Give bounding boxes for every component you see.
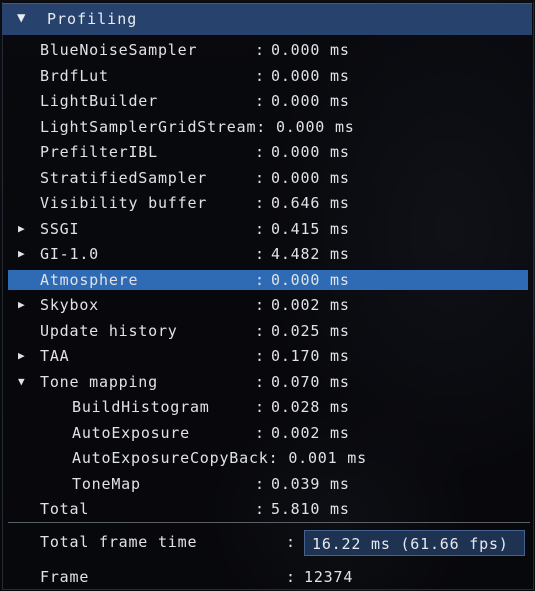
row-colon: : [255, 271, 265, 289]
profile-row-autoexposurecopyback[interactable]: AutoExposureCopyBack: 0.001 ms [0, 448, 535, 473]
expand-arrow-icon[interactable]: ▶ [18, 295, 25, 315]
profile-row-bluenoisesampler[interactable]: BlueNoiseSampler : 0.000 ms [0, 40, 535, 65]
row-name: Skybox [40, 296, 99, 314]
profile-row-taa[interactable]: ▶ TAA : 0.170 ms [0, 346, 535, 371]
expand-arrow-icon[interactable]: ▶ [18, 219, 25, 239]
row-colon: : [255, 41, 265, 59]
row-value: 0.002 ms [271, 424, 350, 442]
row-colon: : [255, 245, 265, 263]
row-name: Atmosphere [40, 271, 139, 289]
row-value: 0.000 ms [275, 118, 355, 136]
row-colon: : [255, 424, 265, 442]
row-name: BrdfLut [40, 67, 109, 85]
separator [8, 522, 530, 523]
collapse-arrow-icon[interactable]: ▼ [17, 10, 25, 26]
profile-row-lightsamplergridstream[interactable]: LightSamplerGridStream: 0.000 ms [0, 117, 535, 142]
row-name: Tone mapping [40, 373, 158, 391]
profile-row-total: Total : 5.810 ms [0, 499, 535, 524]
row-value: 0.028 ms [271, 398, 350, 416]
row-name: LightBuilder [40, 92, 158, 110]
row-name: StratifiedSampler [40, 169, 208, 187]
row-name-text: LightSamplerGridStream [40, 118, 257, 136]
profile-row-autoexposure[interactable]: AutoExposure : 0.002 ms [0, 423, 535, 448]
row-value: 0.000 ms [271, 92, 350, 110]
profile-row-tone-mapping[interactable]: ▼ Tone mapping : 0.070 ms [0, 372, 535, 397]
row-value: 5.810 ms [271, 500, 350, 518]
collapse-arrow-icon[interactable]: ▼ [18, 372, 25, 392]
frame-value: 12374 [304, 568, 354, 586]
profile-row-buildhistogram[interactable]: BuildHistogram : 0.028 ms [0, 397, 535, 422]
row-name: GI-1.0 [40, 245, 99, 263]
row-name: Total [40, 500, 90, 518]
row-colon: : [255, 296, 265, 314]
row-value: 0.070 ms [271, 373, 350, 391]
row-colon: : [255, 220, 265, 238]
row-colon: : [255, 322, 265, 340]
frame-time-label: Total frame time [40, 533, 198, 551]
row-name: TAA [40, 347, 70, 365]
row-colon: : [255, 398, 265, 416]
row-value: 0.000 ms [271, 169, 350, 187]
row-value: 0.415 ms [271, 220, 350, 238]
frame-label: Frame [40, 568, 90, 586]
profile-row-prefilteribl[interactable]: PrefilterIBL : 0.000 ms [0, 142, 535, 167]
row-value: 4.482 ms [271, 245, 350, 263]
row-name: LightSamplerGridStream: 0.000 ms [40, 117, 355, 137]
frame-time-colon: : [286, 533, 296, 551]
row-name-text: AutoExposureCopyBack [72, 449, 269, 467]
profile-row-atmosphere[interactable]: Atmosphere : 0.000 ms [0, 270, 535, 295]
profile-row-stratifiedsampler[interactable]: StratifiedSampler : 0.000 ms [0, 168, 535, 193]
expand-arrow-icon[interactable]: ▶ [18, 346, 25, 366]
row-colon: : [255, 92, 265, 110]
window-title: Profiling [47, 10, 138, 28]
profile-row-lightbuilder[interactable]: LightBuilder : 0.000 ms [0, 91, 535, 116]
row-name: SSGI [40, 220, 80, 238]
row-value: 0.039 ms [271, 475, 350, 493]
frame-time-field[interactable]: 16.22 ms (61.66 fps) [304, 530, 525, 556]
profile-row-gi[interactable]: ▶ GI-1.0 : 4.482 ms [0, 244, 535, 269]
row-value: 0.000 ms [271, 143, 350, 161]
row-colon: : [255, 500, 265, 518]
profile-row-brdflut[interactable]: BrdfLut : 0.000 ms [0, 66, 535, 91]
row-name: BlueNoiseSampler [40, 41, 198, 59]
row-colon: : [255, 194, 265, 212]
row-value: 0.170 ms [271, 347, 350, 365]
row-name: BuildHistogram [72, 398, 210, 416]
row-name: PrefilterIBL [40, 143, 158, 161]
row-colon: : [255, 67, 265, 85]
row-value: 0.000 ms [271, 67, 350, 85]
row-value: 0.646 ms [271, 194, 350, 212]
row-colon: : [255, 347, 265, 365]
row-colon: : [255, 143, 265, 161]
row-name: ToneMap [72, 475, 141, 493]
row-colon: : [255, 373, 265, 391]
row-value: 0.001 ms [288, 449, 367, 467]
row-colon: : [255, 169, 265, 187]
row-name: Visibility buffer [40, 194, 208, 212]
expand-arrow-icon[interactable]: ▶ [18, 244, 25, 264]
row-colon: : [268, 449, 279, 467]
row-value: 0.025 ms [271, 322, 350, 340]
row-name: Update history [40, 322, 178, 340]
row-value: 0.002 ms [271, 296, 350, 314]
row-value: 0.000 ms [271, 41, 350, 59]
profile-row-visibility-buffer[interactable]: Visibility buffer : 0.646 ms [0, 193, 535, 218]
row-colon: : [255, 475, 265, 493]
row-colon: : [256, 118, 267, 136]
frame-time-value: 16.22 ms (61.66 fps) [312, 535, 509, 553]
frame-colon: : [286, 568, 296, 586]
row-name: AutoExposure [72, 424, 190, 442]
row-name: AutoExposureCopyBack: 0.001 ms [72, 448, 367, 468]
profile-row-tonemap[interactable]: ToneMap : 0.039 ms [0, 474, 535, 499]
profile-row-skybox[interactable]: ▶ Skybox : 0.002 ms [0, 295, 535, 320]
profile-row-update-history[interactable]: Update history : 0.025 ms [0, 321, 535, 346]
row-value: 0.000 ms [271, 271, 350, 289]
profile-row-ssgi[interactable]: ▶ SSGI : 0.415 ms [0, 219, 535, 244]
profiling-header[interactable]: ▼ Profiling [2, 3, 532, 35]
